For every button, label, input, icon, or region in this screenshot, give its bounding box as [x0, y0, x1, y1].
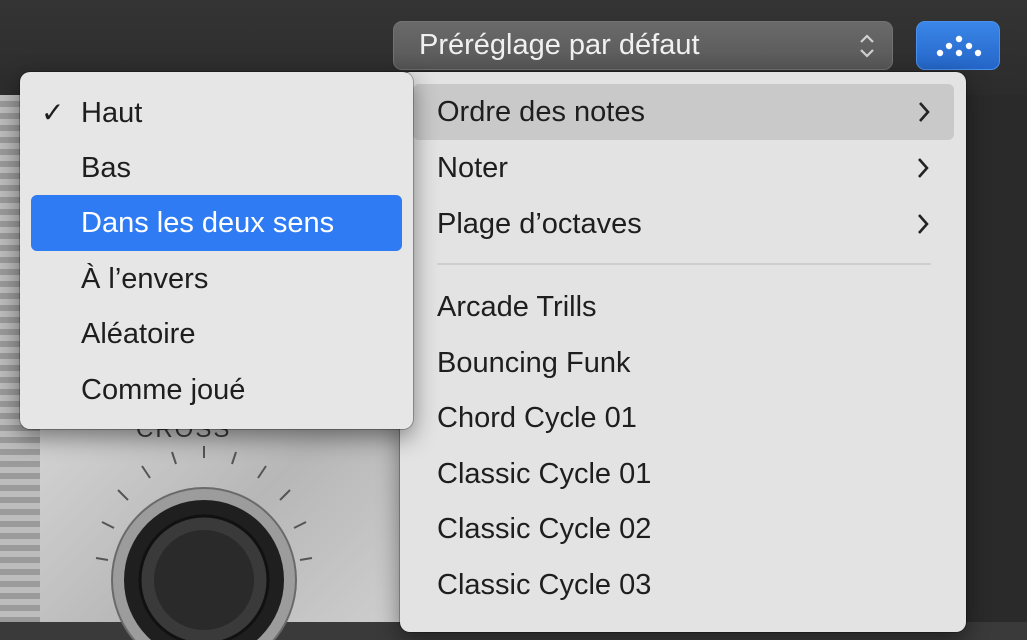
note-order-item-up-down[interactable]: Dans les deux sens — [31, 195, 402, 251]
menu-item-label: Comme joué — [81, 374, 246, 406]
rotary-knob[interactable] — [90, 440, 350, 640]
menu-item-label: À l’envers — [81, 263, 209, 295]
arpeggiator-menu: Ordre des notes Noter Plage d’octaves Ar… — [400, 72, 966, 632]
note-order-submenu: ✓ Haut Bas Dans les deux sens À l’envers… — [20, 72, 413, 429]
note-order-item-reverse[interactable]: À l’envers — [31, 251, 402, 307]
note-order-item-random[interactable]: Aléatoire — [31, 306, 402, 362]
preset-item[interactable]: Classic Cycle 03 — [400, 557, 966, 613]
menu-item-label: Aléatoire — [81, 318, 196, 350]
note-order-item-up[interactable]: ✓ Haut — [31, 85, 402, 141]
menu-item-octave-range[interactable]: Plage d’octaves — [400, 196, 966, 252]
preset-item[interactable]: Classic Cycle 02 — [400, 501, 966, 557]
chevron-right-icon — [918, 214, 929, 234]
chevron-right-icon — [919, 102, 930, 122]
menu-item-label: Noter — [437, 152, 508, 184]
checkmark-icon: ✓ — [41, 97, 65, 128]
up-down-chevron-icon — [860, 34, 874, 58]
preset-item[interactable]: Bouncing Funk — [400, 335, 966, 391]
arpeggiator-button[interactable] — [916, 21, 1000, 70]
arpeggiator-dots-icon — [936, 35, 982, 57]
menu-separator — [437, 263, 931, 265]
menu-item-label: Plage d’octaves — [437, 208, 642, 240]
menu-item-note-order[interactable]: Ordre des notes — [413, 84, 954, 140]
preset-popup-value: Préréglage par défaut — [419, 29, 700, 61]
menu-item-label: Bas — [81, 152, 131, 184]
preset-item[interactable]: Classic Cycle 01 — [400, 446, 966, 502]
chevron-right-icon — [918, 158, 929, 178]
note-order-item-as-played[interactable]: Comme joué — [31, 362, 402, 418]
menu-item-label: Ordre des notes — [437, 96, 645, 128]
preset-item[interactable]: Chord Cycle 01 — [400, 390, 966, 446]
preset-popup[interactable]: Préréglage par défaut — [393, 21, 893, 70]
preset-item[interactable]: Arcade Trills — [400, 279, 966, 335]
menu-item-label: Dans les deux sens — [81, 207, 335, 239]
note-order-item-down[interactable]: Bas — [31, 140, 402, 196]
menu-item-note-rate[interactable]: Noter — [400, 140, 966, 196]
side-panel — [966, 95, 1027, 622]
menu-item-label: Haut — [81, 97, 143, 129]
